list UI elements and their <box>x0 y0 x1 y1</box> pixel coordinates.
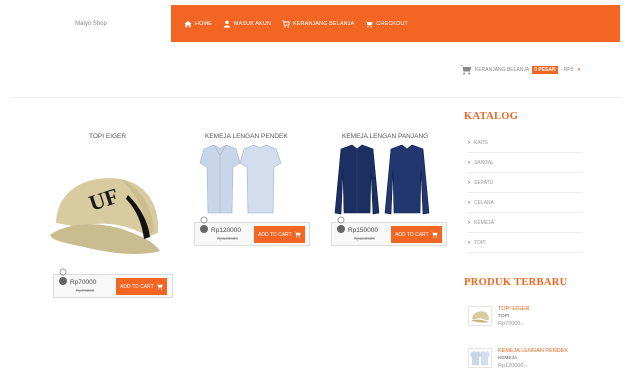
product-old-price: Rp120000 <box>217 236 238 241</box>
category-label: TOPI <box>474 239 486 246</box>
nav-cart-label: KERANJANG BELANJA <box>292 20 355 27</box>
add-to-cart-label: ADD TO CART <box>395 231 429 238</box>
newest-product-name: KEMEJA LENGAN PENDEK <box>498 348 568 354</box>
category-label: SEPATU <box>474 179 494 186</box>
category-item-sandal[interactable]: › SANDAL <box>468 153 583 173</box>
product-name: KEMEJA LENGAN PENDEK <box>205 133 288 140</box>
cart-count-badge: 0 PESAN <box>532 65 558 74</box>
product-price: Rp70000 <box>70 279 97 286</box>
newest-product-category: TOPI <box>498 314 510 319</box>
category-label: KEMEJA <box>474 219 495 226</box>
product-old-price: Rp70000 <box>76 288 95 293</box>
price-box: Rp70000 Rp70000 ADD TO CART <box>53 268 173 298</box>
newest-products-title: PRODUK TERBARU <box>464 277 568 288</box>
category-item-kemeja[interactable]: › KEMEJA <box>468 213 583 233</box>
price-tag-icon <box>337 216 345 233</box>
chevron-right-icon: › <box>468 199 470 206</box>
home-icon <box>184 20 192 27</box>
cart-summary-label: KERANJANG BELANJA <box>475 66 530 73</box>
divider <box>11 97 620 98</box>
nav-login-label: MASUK AKUN <box>233 20 271 27</box>
newest-product-price: Rp70000,- <box>498 321 524 327</box>
cart-icon <box>430 231 438 238</box>
add-to-cart-button[interactable]: ADD TO CART <box>116 278 167 295</box>
catalog-title: KATALOG <box>464 111 519 122</box>
product-image-cap[interactable]: UF <box>48 165 168 260</box>
chevron-right-icon: › <box>468 159 470 166</box>
product-image-long-shirt[interactable] <box>327 143 437 218</box>
chevron-right-icon: › <box>468 139 470 146</box>
newest-product-name: TOPI EIGER <box>498 306 530 312</box>
chevron-right-icon: › <box>468 239 470 246</box>
cart-summary[interactable]: KERANJANG BELANJA 0 PESAN - RP0. ▾ <box>460 64 580 75</box>
checkout-cart-icon <box>365 20 373 28</box>
category-label: SANDAL <box>474 159 495 166</box>
top-navbar: Malyn Shop HOME MASUK AKUN KERANJANG BEL… <box>11 5 620 42</box>
product-name: TOPI EIGER <box>89 133 127 140</box>
cart-total: - RP0. <box>560 66 575 73</box>
nav-checkout[interactable]: CHECKOUT <box>365 20 408 28</box>
chevron-right-icon: › <box>468 179 470 186</box>
category-item-celana[interactable]: › CELANA <box>468 193 583 213</box>
category-item-sepatu[interactable]: › SEPATU <box>468 173 583 193</box>
product-image-short-shirt[interactable] <box>190 143 290 218</box>
cart-icon <box>293 231 301 238</box>
nav-home-label: HOME <box>195 20 212 27</box>
price-box: Rp150000 Rp150000 ADD TO CART <box>331 216 447 246</box>
product-name: KEMEJA LENGAN PANJANG <box>342 133 429 140</box>
add-to-cart-label: ADD TO CART <box>258 231 292 238</box>
user-icon <box>223 20 231 28</box>
price-box: Rp120000 Rp120000 ADD TO CART <box>194 216 310 246</box>
category-item-kaos[interactable]: › KAOS <box>468 133 583 153</box>
newest-product-item[interactable]: KEMEJA LENGAN PENDEK KEMEJA Rp120000,- <box>468 348 588 371</box>
nav-cart[interactable]: KERANJANG BELANJA <box>282 19 355 28</box>
price-tag-icon <box>200 216 208 233</box>
product-old-price: Rp150000 <box>354 236 375 241</box>
cart-icon <box>155 283 163 290</box>
chevron-right-icon: › <box>468 219 470 226</box>
newest-product-thumb <box>468 348 492 368</box>
newest-product-thumb <box>468 306 492 326</box>
newest-product-item[interactable]: TOPI EIGER TOPI Rp70000,- <box>468 306 588 336</box>
cart-icon <box>460 65 472 75</box>
brand-logo[interactable]: Malyn Shop <box>11 5 171 42</box>
category-item-topi[interactable]: › TOPI <box>468 233 583 253</box>
product-price: Rp150000 <box>348 227 378 234</box>
nav-login[interactable]: MASUK AKUN <box>223 20 271 28</box>
newest-product-category: KEMEJA <box>498 356 518 361</box>
chevron-down-icon: ▾ <box>577 66 581 73</box>
add-to-cart-label: ADD TO CART <box>120 283 154 290</box>
main-nav: HOME MASUK AKUN KERANJANG BELANJA CHECKO… <box>184 5 408 42</box>
price-tag-icon <box>59 268 67 285</box>
newest-product-price: Rp120000,- <box>498 363 527 369</box>
category-label: KAOS <box>474 139 488 146</box>
add-to-cart-button[interactable]: ADD TO CART <box>254 226 305 243</box>
cart-icon <box>282 19 290 28</box>
nav-checkout-label: CHECKOUT <box>376 20 408 27</box>
category-label: CELANA <box>474 199 495 206</box>
add-to-cart-button[interactable]: ADD TO CART <box>391 226 442 243</box>
nav-home[interactable]: HOME <box>184 20 212 28</box>
product-price: Rp120000 <box>211 227 241 234</box>
